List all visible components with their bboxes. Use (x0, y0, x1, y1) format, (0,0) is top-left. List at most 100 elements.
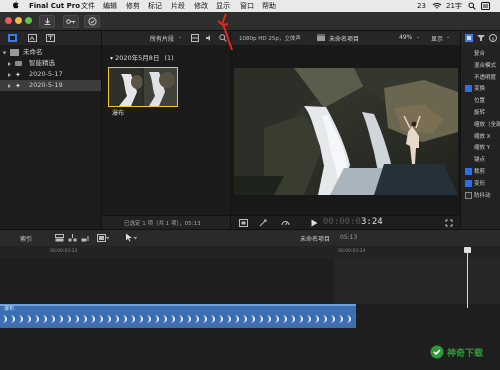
filmstrip-mark (186, 315, 191, 323)
filmstrip-mark (106, 315, 111, 323)
search-icon[interactable] (468, 2, 476, 10)
sidebar-item-event-2020-5-19[interactable]: ✦ 2020-5-19 (0, 80, 101, 91)
inspector-item-label: 变换 (474, 86, 486, 93)
sidebar-item-smart-collections[interactable]: 智能精选 (0, 58, 101, 69)
selection-status: 已选定 1 项（共 1 项），05:13 (124, 221, 201, 227)
clip-filter-dropdown[interactable]: 所有片段 (150, 34, 174, 43)
library-icon (10, 49, 19, 56)
clip-count: (1) (164, 54, 174, 62)
menu-modify[interactable]: 修改 (194, 2, 208, 10)
control-center-icon[interactable] (481, 2, 490, 10)
browser-status-bar: 已选定 1 项（共 1 项），05:13 (102, 215, 231, 230)
event-date-header: ▾ 2020年5月8日 (1) (110, 52, 174, 62)
filmstrip-mark (218, 315, 223, 323)
filmstrip-mark (274, 315, 279, 323)
chevron-down-icon[interactable]: ⌄ (416, 34, 420, 40)
filter-icon[interactable] (477, 34, 485, 42)
background-tasks-button[interactable] (84, 15, 100, 28)
filmstrip-mark (58, 315, 63, 323)
menu-file[interactable]: 文件 (81, 2, 95, 10)
playhead[interactable] (467, 248, 468, 308)
filmstrip-mark (330, 315, 335, 323)
filmstrip-mark (194, 315, 199, 323)
timeline-ruler[interactable]: 00:00:03:23 00:00:03:24 (0, 246, 500, 258)
viewer-transport: 00:00:0 3:24 (231, 215, 461, 230)
connect-clip-icon[interactable] (55, 234, 64, 242)
disclosure-triangle-icon[interactable] (2, 51, 7, 55)
titles-generators-icon[interactable] (46, 34, 55, 42)
filmstrip-mark (154, 315, 159, 323)
ruler-tick: 00:00:03:24 (338, 249, 366, 254)
filmstrip-mark (242, 315, 247, 323)
filmstrip-mark (98, 315, 103, 323)
inspector-header (461, 31, 500, 45)
inspector-item-label: 变形 (474, 180, 486, 187)
disclosure-triangle-icon[interactable] (8, 84, 11, 88)
libraries-icon[interactable] (8, 34, 17, 42)
inspector-checkbox[interactable] (465, 191, 472, 199)
wifi-icon[interactable] (432, 2, 442, 10)
video-inspector-icon[interactable] (465, 34, 473, 42)
inspector-item-label: 缩放 Y (474, 145, 491, 152)
inspector-item-label: 不透明度 (474, 74, 497, 81)
fullscreen-icon[interactable] (445, 219, 453, 227)
filmstrip-mark (210, 315, 215, 323)
filmstrip-mark (146, 315, 151, 323)
clip-browser: 所有片段 ⌄ ▾ 2020年5月8日 (1) 瀑布 已选定 1 项（共 1 项）… (101, 31, 231, 230)
transform-icon[interactable] (239, 219, 248, 227)
close-window-button[interactable] (5, 17, 12, 24)
index-button[interactable]: 索引 (20, 234, 32, 243)
play-icon[interactable] (311, 219, 318, 227)
menu-help[interactable]: 帮助 (262, 2, 276, 10)
inspector-checkbox[interactable] (465, 168, 472, 175)
disclosure-triangle-icon[interactable] (8, 62, 11, 66)
chevron-down-icon[interactable]: ▾ (110, 55, 113, 62)
menu-view[interactable]: 显示 (216, 2, 230, 10)
menu-window[interactable]: 窗口 (240, 2, 254, 10)
menu-edit[interactable]: 编辑 (103, 2, 117, 10)
disclosure-triangle-icon[interactable] (8, 73, 11, 77)
zoom-window-button[interactable] (25, 17, 32, 24)
filmstrip-mark (18, 315, 23, 323)
inspector-checkbox[interactable] (465, 179, 472, 187)
import-button[interactable] (39, 15, 55, 28)
sidebar-item-label: 2020-5-17 (29, 70, 63, 78)
filmstrip-mark (282, 315, 287, 323)
view-options-dropdown[interactable]: 显示 (431, 34, 443, 43)
clip-appearance-icon[interactable] (191, 34, 199, 42)
sidebar-item-event-2020-5-17[interactable]: ✦ 2020-5-17 (0, 69, 101, 80)
library-root[interactable]: 未命名 (0, 47, 101, 58)
filmstrip-mark (138, 315, 143, 323)
viewer-timecode: 3:24 (361, 217, 383, 227)
inspector-checkbox[interactable] (465, 85, 472, 93)
menu-mark[interactable]: 标记 (148, 2, 162, 10)
filmstrip-mark (354, 315, 356, 323)
insert-clip-icon[interactable] (68, 234, 77, 242)
zoom-dropdown[interactable]: 49% (399, 34, 412, 41)
photos-audio-icon[interactable] (28, 34, 37, 42)
info-icon[interactable] (489, 34, 497, 42)
filmstrip-mark (90, 315, 95, 323)
chevron-down-icon[interactable]: ⌄ (178, 34, 182, 40)
menu-clip[interactable]: 片段 (171, 2, 185, 10)
library-sidebar: 未命名 智能精选 ✦ 2020-5-17 ✦ 2020-5-19 (0, 45, 101, 229)
inspector-item-label: 锚点 (474, 157, 486, 164)
filmstrip-mark (306, 315, 311, 323)
folder-icon (15, 61, 22, 66)
chevron-down-icon[interactable]: ⌄ (446, 34, 450, 40)
playhead-handle[interactable] (464, 247, 471, 253)
enhancements-icon[interactable] (259, 219, 268, 227)
apple-icon[interactable] (12, 1, 19, 10)
inspector-item-label: 复合 (474, 51, 486, 57)
app-menu[interactable]: Final Cut Pro (29, 2, 80, 10)
speed-icon[interactable] (281, 219, 290, 227)
menu-bar: Final Cut Pro 文件 编辑 修剪 标记 片段 修改 显示 窗口 帮助… (0, 0, 500, 12)
minimize-window-button[interactable] (15, 17, 22, 24)
keywords-button[interactable] (63, 15, 79, 28)
menu-trim[interactable]: 修剪 (126, 2, 140, 10)
clip-thumbnail[interactable] (108, 67, 178, 107)
overwrite-clip-icon[interactable] (97, 234, 109, 242)
select-tool-icon[interactable] (125, 233, 137, 242)
timeline-duration: 05:13 (340, 234, 358, 241)
append-clip-icon[interactable] (81, 234, 90, 242)
